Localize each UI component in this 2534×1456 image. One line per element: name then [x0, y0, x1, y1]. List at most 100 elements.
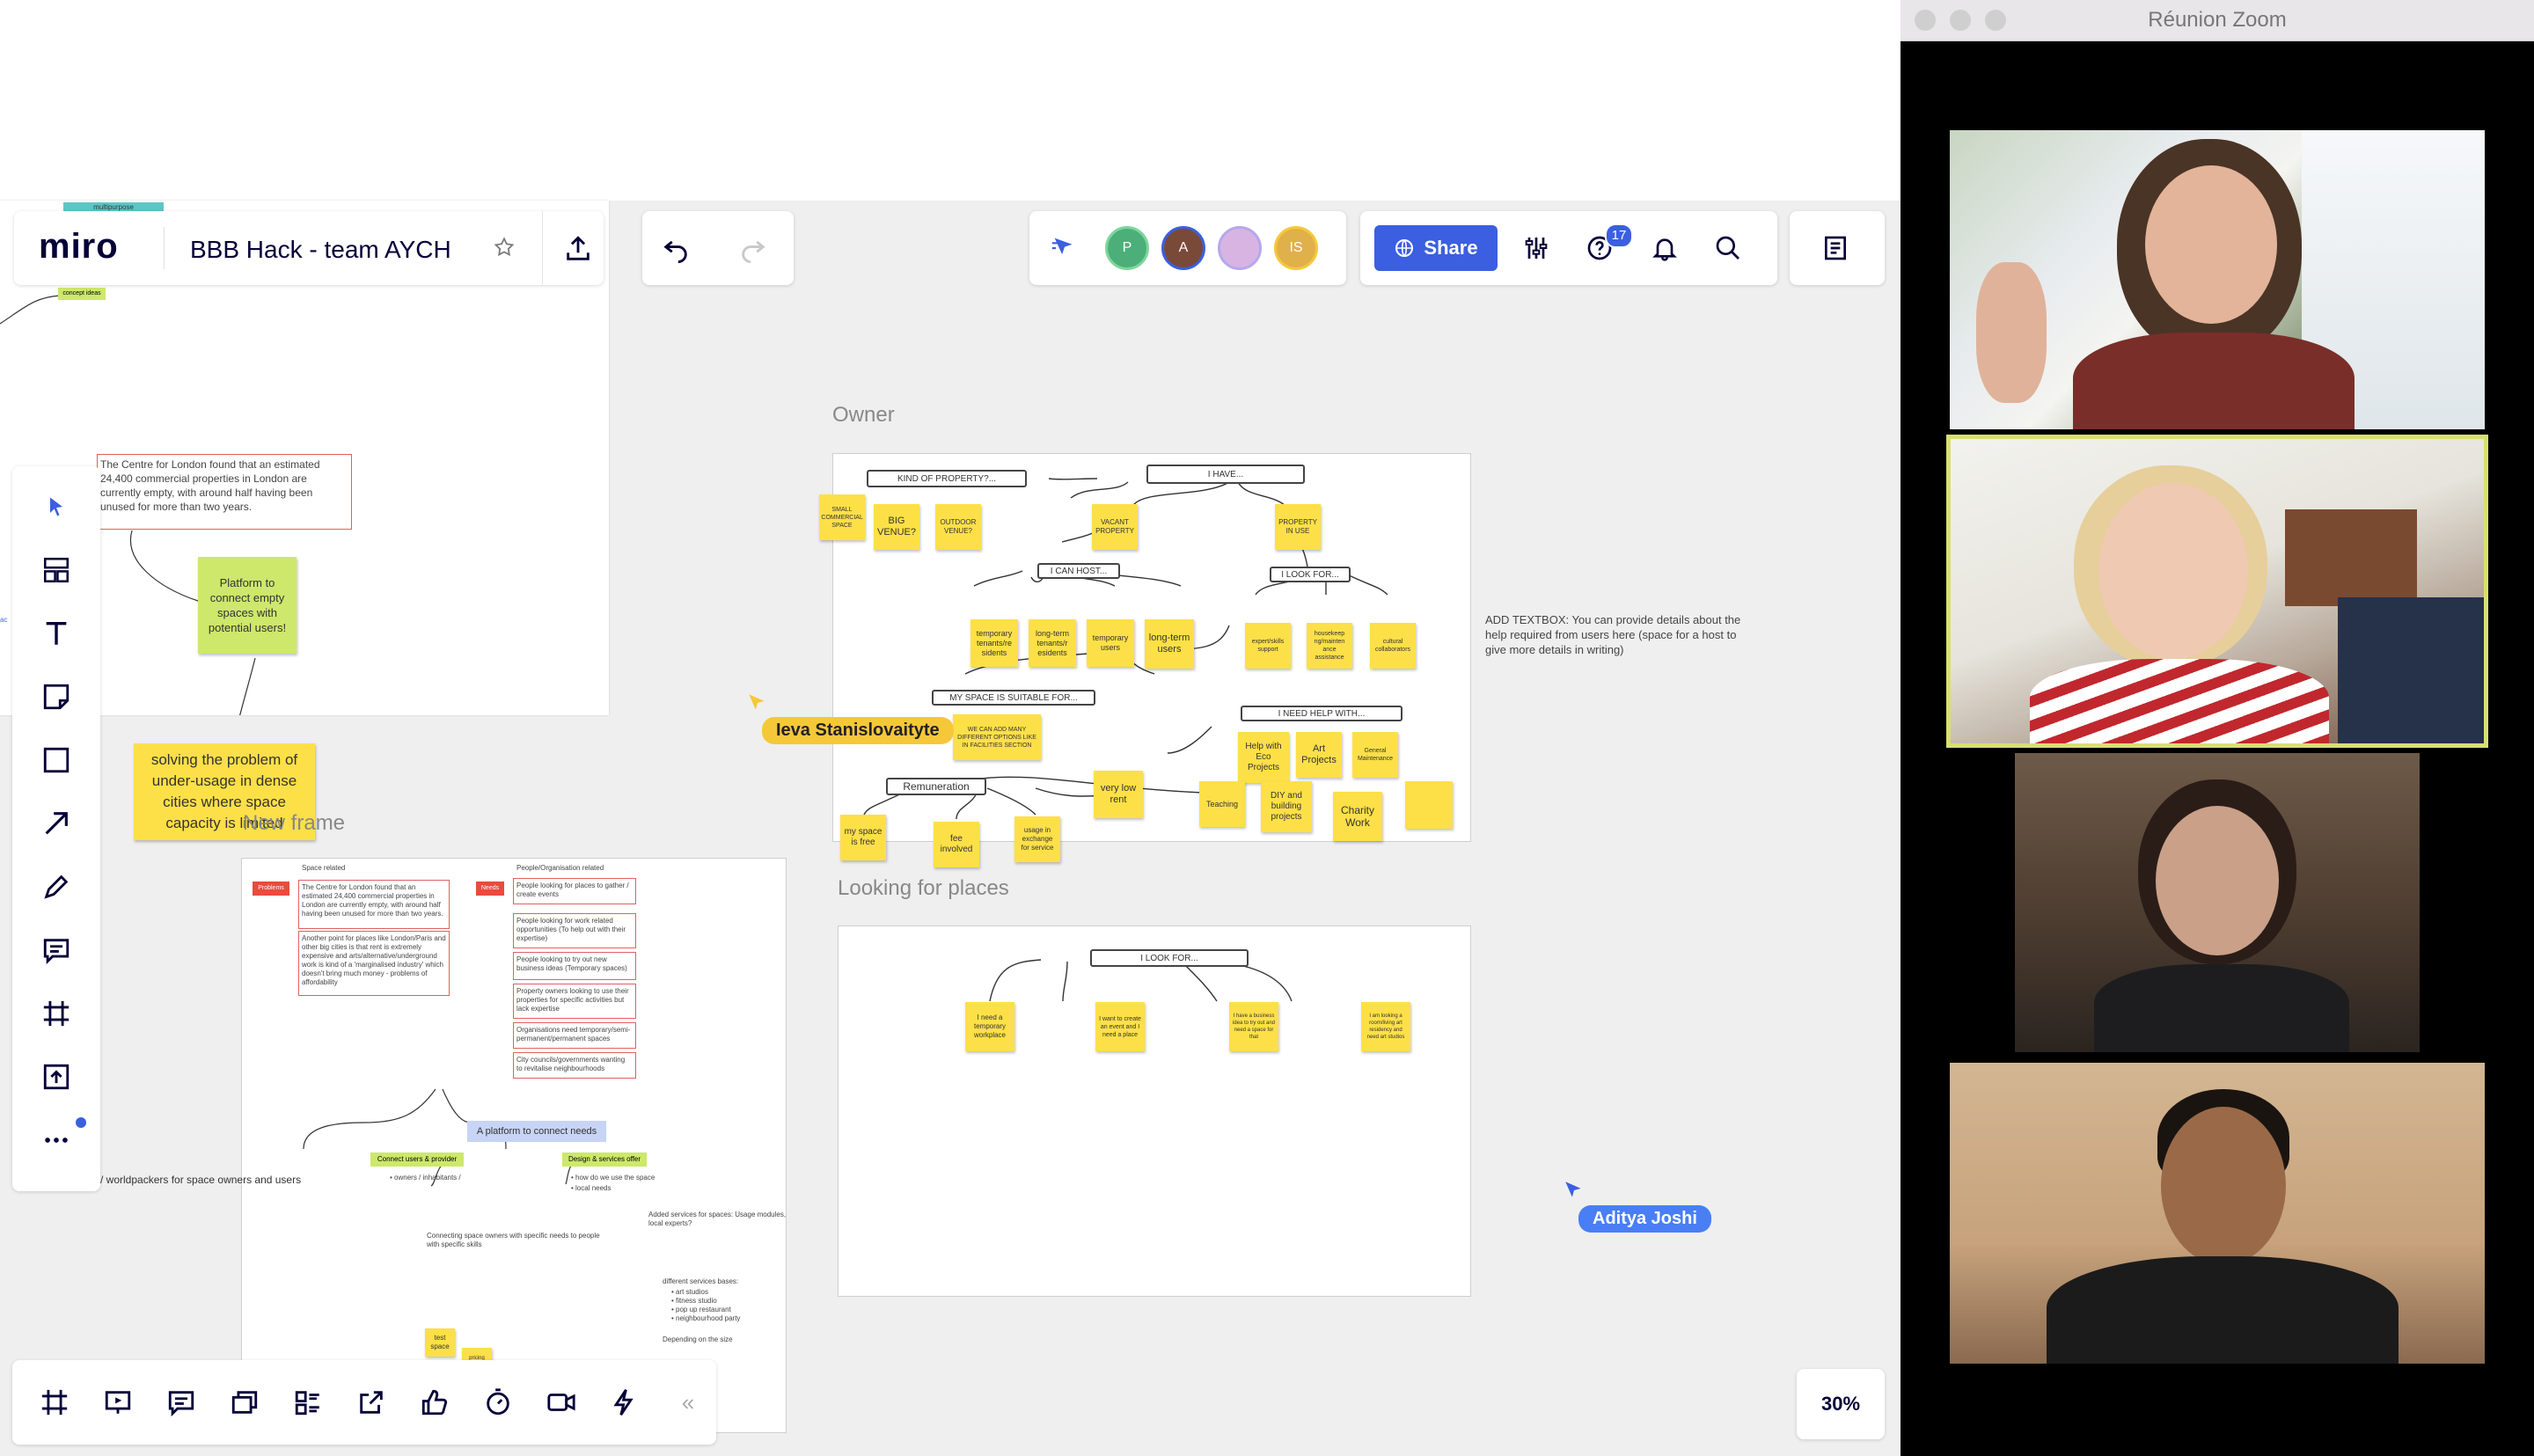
zoom-level-button[interactable]: 30% — [1797, 1369, 1885, 1439]
kind-of-property-box[interactable]: KIND OF PROPERTY?... — [867, 470, 1027, 487]
undo-icon[interactable] — [658, 230, 693, 266]
screen-share-icon[interactable] — [354, 1385, 389, 1420]
vote-icon[interactable] — [417, 1385, 452, 1420]
service-pop-up-restaurant[interactable]: • pop up restaurant — [671, 1306, 731, 1314]
service-art-studios[interactable]: • art studios — [671, 1288, 708, 1297]
space-free-sticky[interactable]: my space is free — [840, 815, 886, 860]
concept-ideas-tag[interactable]: concept ideas — [58, 288, 106, 300]
comments-icon[interactable] — [164, 1385, 199, 1420]
temp-tenants-sticky[interactable]: temporary tenants/re sidents — [970, 619, 1018, 667]
arrow-icon[interactable] — [39, 806, 74, 841]
need-2-box[interactable]: People looking for work related opportun… — [513, 913, 636, 948]
added-services-text[interactable]: Added services for spaces: Usage modules… — [648, 1211, 798, 1228]
star-icon[interactable] — [491, 234, 517, 260]
create-event-sticky[interactable]: I want to create an event and I need a p… — [1095, 1002, 1145, 1051]
small-space-sticky[interactable]: SMALL COMMERCIAL SPACE — [819, 494, 865, 540]
export-icon[interactable] — [561, 232, 595, 266]
need-5-box[interactable]: Organisations need temporary/semi-perman… — [513, 1022, 636, 1049]
comment-icon[interactable] — [39, 933, 74, 968]
expert-skills-sticky[interactable]: expert/skills support — [1245, 623, 1291, 669]
presentation-icon[interactable] — [100, 1385, 135, 1420]
need-help-box[interactable]: I NEED HELP WITH... — [1241, 706, 1402, 721]
select-icon[interactable] — [39, 489, 74, 524]
miro-board-canvas[interactable]: concept ideas The Centre for London foun… — [0, 0, 1900, 1456]
service-neighbourhood-party[interactable]: • neighbourhood party — [671, 1314, 740, 1323]
collaborator-avatar-is[interactable]: IS — [1274, 226, 1318, 270]
i-have-box[interactable]: I HAVE... — [1146, 465, 1305, 484]
frames-icon[interactable] — [37, 1385, 72, 1420]
need-6-box[interactable]: City councils/governments wanting to rev… — [513, 1052, 636, 1079]
empty-sticky[interactable] — [1405, 781, 1453, 829]
frame-icon[interactable] — [39, 996, 74, 1031]
looking-i-look-for-box[interactable]: I LOOK FOR... — [1090, 949, 1249, 967]
follow-cursor-icon[interactable] — [1047, 230, 1082, 266]
redo-icon[interactable] — [736, 230, 771, 266]
cards-icon[interactable] — [227, 1385, 262, 1420]
collapse-icon[interactable]: « — [670, 1385, 706, 1420]
design-services-tag[interactable]: Design & services offer — [562, 1152, 647, 1167]
teaching-sticky[interactable]: Teaching — [1199, 781, 1245, 827]
long-term-tenants-sticky[interactable]: long-term tenants/r esidents — [1029, 619, 1076, 667]
art-projects-sticky[interactable]: Art Projects — [1296, 732, 1342, 778]
i-can-host-box[interactable]: I CAN HOST... — [1037, 563, 1120, 579]
i-look-for-box[interactable]: I LOOK FOR... — [1270, 567, 1351, 582]
participant-video-3[interactable] — [2015, 753, 2420, 1052]
lightning-icon[interactable] — [607, 1385, 642, 1420]
looking-for-places-frame[interactable]: I LOOK FOR... I need a temporary workpla… — [838, 926, 1471, 1297]
problems-tag[interactable]: Problems — [253, 882, 289, 896]
service-fitness-studio[interactable]: • fitness studio — [671, 1297, 717, 1306]
participant-video-4[interactable] — [1950, 1063, 2485, 1364]
we-can-add-sticky[interactable]: WE CAN ADD MANY DIFFERENT OPTIONS LIKE I… — [953, 714, 1041, 760]
collaborator-avatar-p[interactable]: P — [1105, 226, 1149, 270]
platform-connect-needs[interactable]: A platform to connect needs — [467, 1121, 606, 1142]
connecting-owners-text[interactable]: Connecting space owners with specific ne… — [427, 1232, 603, 1249]
worldpackers-text[interactable]: / worldpackers for space owners and user… — [100, 1174, 301, 1185]
bell-icon[interactable] — [1647, 230, 1682, 266]
residency-sticky[interactable]: I am looking a room/living art residency… — [1361, 1002, 1410, 1051]
people-related-heading[interactable]: People/Organisation related — [516, 864, 604, 873]
housekeeping-sticky[interactable]: housekeep ng/mainten ance assistance — [1307, 623, 1352, 669]
more-icon[interactable] — [39, 1123, 74, 1158]
vacant-property-sticky[interactable]: VACANT PROPERTY — [1092, 504, 1138, 550]
owner-frame-label[interactable]: Owner — [832, 403, 895, 428]
need-4-box[interactable]: Property owners looking to use their pro… — [513, 984, 636, 1019]
board-list-icon[interactable] — [290, 1385, 326, 1420]
owner-frame[interactable]: KIND OF PROPERTY?... I HAVE... I CAN HOS… — [819, 453, 1471, 867]
need-3-box[interactable]: People looking to try out new business i… — [513, 952, 636, 980]
diy-projects-sticky[interactable]: DIY and building projects — [1261, 781, 1312, 832]
share-button[interactable]: Share — [1374, 225, 1498, 271]
search-icon[interactable] — [1710, 230, 1746, 266]
collaborator-avatar-photo[interactable] — [1218, 226, 1262, 270]
pen-icon[interactable] — [39, 869, 74, 904]
temp-users-sticky[interactable]: temporary users — [1087, 619, 1134, 667]
problem-2-box[interactable]: Another point for places like London/Par… — [298, 931, 450, 996]
usage-exchange-sticky[interactable]: usage in exchange for service — [1014, 816, 1060, 862]
depending-on-size-text[interactable]: Depending on the size — [663, 1335, 733, 1344]
general-maintenance-sticky[interactable]: General Maintenance — [1352, 732, 1398, 778]
settings-sliders-icon[interactable] — [1519, 230, 1554, 266]
new-frame-label[interactable]: New frame — [243, 811, 345, 836]
participant-video-2[interactable] — [1946, 435, 2488, 748]
miro-logo[interactable]: miro — [39, 227, 119, 267]
close-window-icon[interactable] — [1915, 10, 1936, 31]
timer-icon[interactable] — [480, 1385, 516, 1420]
cultural-collaborators-sticky[interactable]: cultural collaborators — [1370, 623, 1416, 669]
remuneration-box[interactable]: Remuneration — [886, 778, 986, 795]
upload-icon[interactable] — [39, 1059, 74, 1094]
platform-sticky[interactable]: Platform to connect empty spaces with po… — [198, 557, 297, 654]
services-bases-text[interactable]: different services bases: — [663, 1277, 738, 1286]
long-term-users-sticky[interactable]: long-term users — [1145, 619, 1194, 669]
centre-for-london-text[interactable]: The Centre for London found that an esti… — [97, 454, 352, 530]
board-title[interactable]: BBB Hack - team AYCH — [190, 236, 451, 264]
fee-involved-sticky[interactable]: fee involved — [934, 822, 979, 867]
space-suitable-box[interactable]: MY SPACE IS SUITABLE FOR... — [932, 690, 1095, 706]
space-related-heading[interactable]: Space related — [302, 864, 345, 873]
collaborator-avatar-a[interactable]: A — [1161, 226, 1205, 270]
big-venue-sticky[interactable]: BIG VENUE? — [874, 504, 919, 550]
business-idea-sticky[interactable]: I have a business idea to try out and ne… — [1229, 1002, 1278, 1051]
looking-frame-label[interactable]: Looking for places — [838, 876, 1009, 901]
maximize-window-icon[interactable] — [1985, 10, 2006, 31]
add-textbox-note[interactable]: ADD TEXTBOX: You can provide details abo… — [1485, 612, 1749, 657]
use-space-text[interactable]: • how do we use the space — [571, 1174, 655, 1182]
temp-workplace-sticky[interactable]: I need a temporary workplace — [965, 1002, 1014, 1051]
